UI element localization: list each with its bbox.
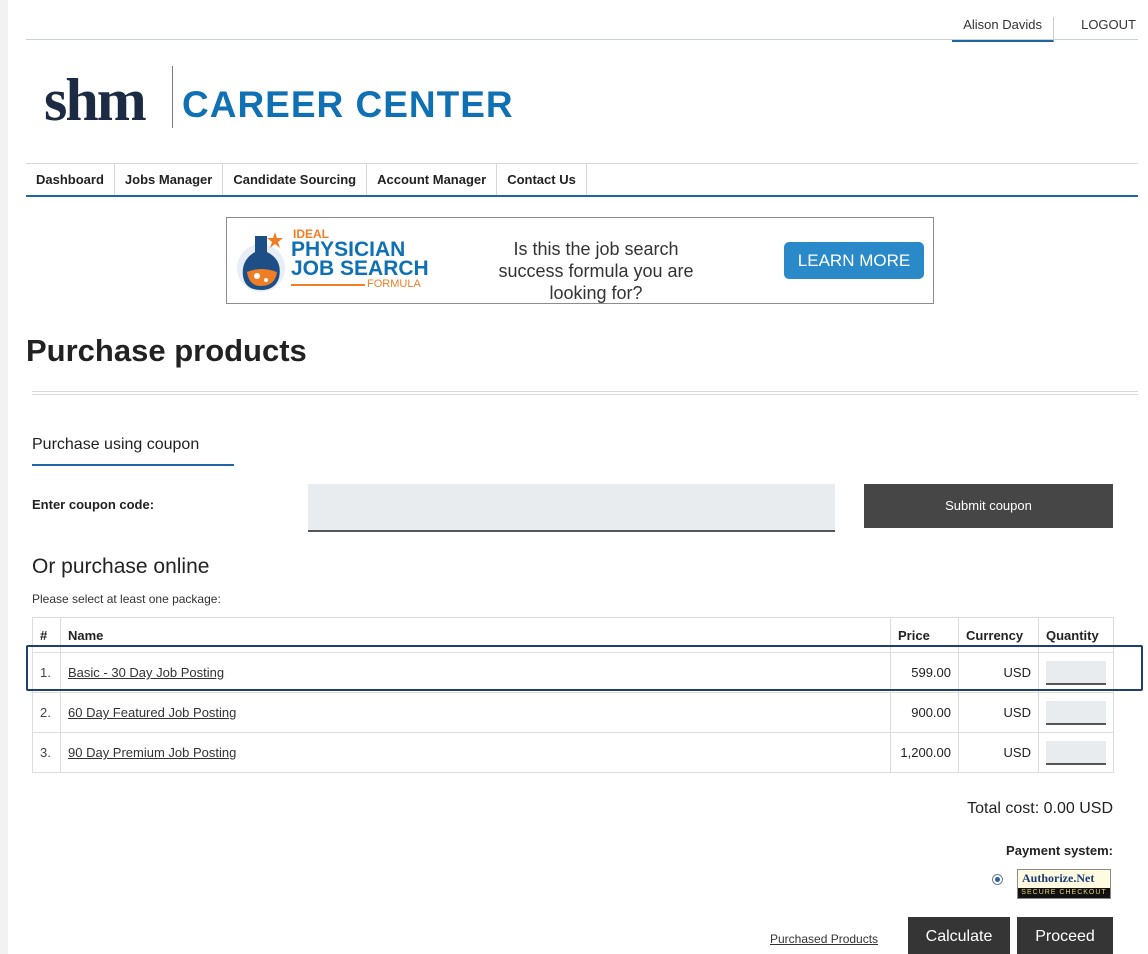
nav-contact-us[interactable]: Contact Us [497, 164, 587, 195]
coupon-code-input[interactable] [308, 484, 835, 532]
row-qty-cell [1038, 732, 1114, 773]
row-highlight [26, 645, 1143, 691]
total-cost: Total cost: 0.00 USD [967, 800, 1113, 817]
banner-formula: FORMULA [367, 278, 421, 290]
row-name-cell: 60 Day Featured Job Posting [60, 692, 891, 733]
purchased-products-link[interactable]: Purchased Products [770, 932, 878, 946]
logo-title: CAREER CENTER [182, 84, 514, 125]
row-price: 900.00 [890, 692, 959, 733]
row-num: 3. [32, 732, 61, 773]
ad-banner[interactable]: IDEAL PHYSICIAN JOB SEARCH FORMULA Is th… [226, 217, 934, 304]
row-price: 1,200.00 [890, 732, 959, 773]
row-qty-cell [1038, 692, 1114, 733]
tab-purchase-using-coupon[interactable]: Purchase using coupon [32, 436, 234, 466]
logout-link[interactable]: LOGOUT [1081, 17, 1136, 32]
table-row: 2. 60 Day Featured Job Posting 900.00 US… [32, 692, 1114, 733]
user-name-link[interactable]: Alison Davids [952, 17, 1054, 42]
purchase-online-subtitle: Please select at least one package: [32, 592, 221, 606]
nav-account-manager[interactable]: Account Manager [367, 164, 498, 195]
payment-radio[interactable] [992, 874, 1003, 885]
nav-jobs-manager[interactable]: Jobs Manager [115, 164, 224, 195]
package-link[interactable]: 90 Day Premium Job Posting [68, 745, 236, 760]
payment-system-label: Payment system: [1006, 843, 1113, 858]
authorize-net-caption: SECURE CHECKOUT [1018, 888, 1110, 898]
title-divider [32, 391, 1138, 395]
learn-more-button[interactable]: LEARN MORE [784, 242, 924, 279]
page-title: Purchase products [26, 333, 307, 368]
flask-icon [237, 232, 285, 292]
authorize-net-logo[interactable]: Authorize.Net SECURE CHECKOUT [1017, 869, 1111, 899]
row-currency: USD [958, 692, 1039, 733]
banner-tagline: Is this the job search success formula y… [498, 239, 694, 303]
row-name-cell: 90 Day Premium Job Posting [60, 732, 891, 773]
row-currency: USD [958, 732, 1039, 773]
logo-divider [172, 66, 173, 128]
packages-table: # Name Price Currency Quantity 1. Basic … [32, 617, 1114, 773]
proceed-button[interactable]: Proceed [1017, 917, 1113, 954]
logo-brand: shm [44, 67, 147, 133]
purchase-online-title: Or purchase online [32, 555, 210, 578]
page: Alison Davids LOGOUT shm CAREER CENTER D… [8, 0, 1148, 954]
banner-job-search: JOB SEARCH [291, 257, 429, 280]
calculate-button[interactable]: Calculate [908, 917, 1010, 954]
package-link[interactable]: 60 Day Featured Job Posting [68, 705, 236, 720]
nav-dashboard[interactable]: Dashboard [26, 164, 115, 195]
table-row: 3. 90 Day Premium Job Posting 1,200.00 U… [32, 732, 1114, 773]
main-nav: Dashboard Jobs Manager Candidate Sourcin… [26, 163, 1138, 197]
user-bar: Alison Davids LOGOUT [26, 0, 1138, 42]
banner-underline [291, 284, 365, 286]
quantity-input[interactable] [1046, 700, 1106, 725]
coupon-code-label: Enter coupon code: [32, 497, 155, 512]
authorize-net-brand: Authorize.Net [1022, 871, 1095, 885]
row-num: 2. [32, 692, 61, 733]
submit-coupon-button[interactable]: Submit coupon [864, 484, 1113, 528]
quantity-input[interactable] [1046, 740, 1106, 765]
nav-candidate-sourcing[interactable]: Candidate Sourcing [223, 164, 368, 195]
